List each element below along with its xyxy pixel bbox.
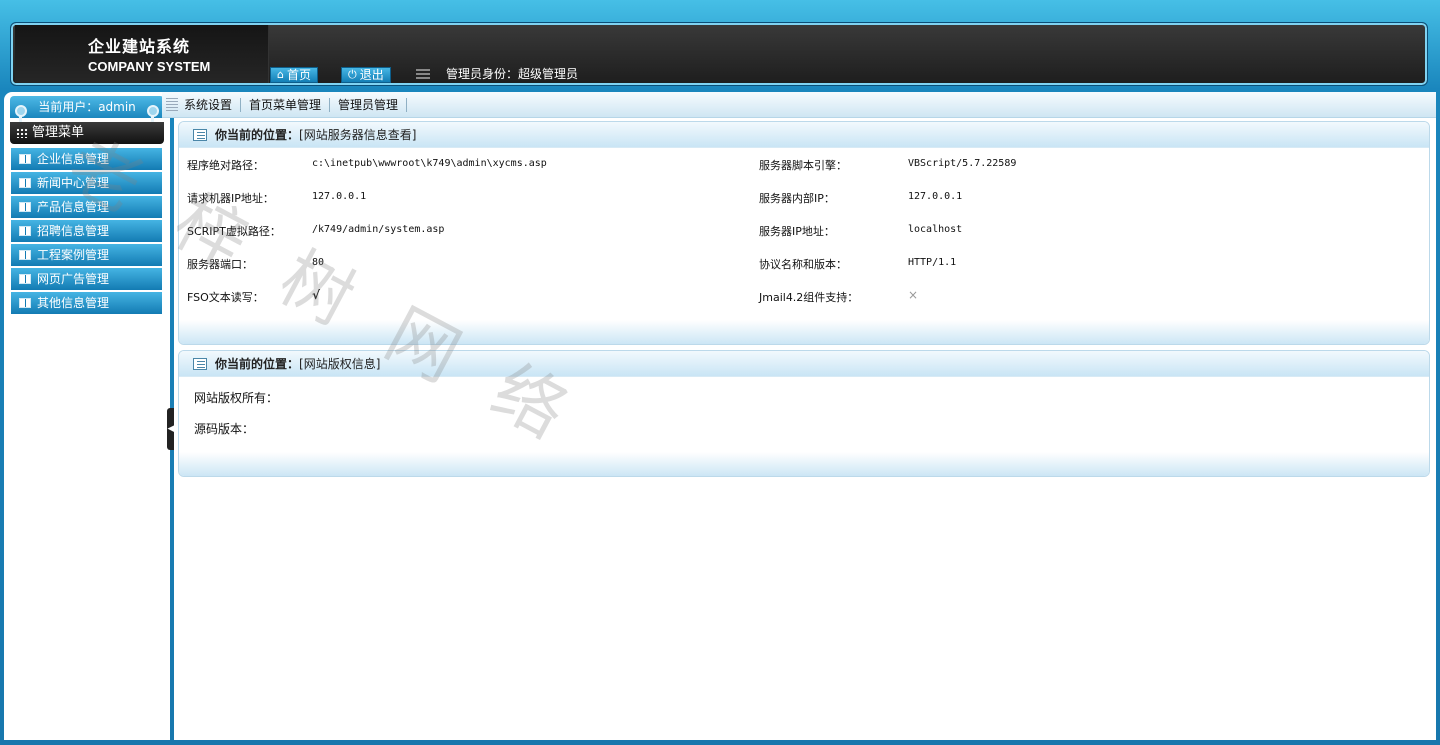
location-label: 你当前的位置： (215, 357, 300, 371)
server-info-grid: 程序绝对路径： c:\inetpub\wwwroot\k749\admin\xy… (179, 148, 1429, 318)
info-value: c:\inetpub\wwwroot\k749\admin\xycms.asp (312, 158, 547, 169)
info-label: 服务器端口： (187, 258, 253, 271)
sidebar-item-recruitment[interactable]: 招聘信息管理 (11, 220, 162, 242)
main-content: 系统设置 首页菜单管理 管理员管理 你当前的位置：[网站服务器信息查看] 程序绝… (162, 92, 1436, 740)
top-nav: 系统设置 首页菜单管理 管理员管理 (162, 92, 1436, 118)
server-info-panel: 你当前的位置：[网站服务器信息查看] 程序绝对路径： c:\inetpub\ww… (178, 121, 1430, 345)
nav-system-settings[interactable]: 系统设置 (182, 97, 242, 112)
info-value: VBScript/5.7.22589 (908, 158, 1017, 169)
check-icon: √ (312, 288, 321, 302)
info-value: HTTP/1.1 (908, 257, 957, 268)
menu-title: 管理菜单 (10, 122, 164, 144)
sidebar-item-company-info[interactable]: 企业信息管理 (11, 148, 162, 170)
list-icon (166, 97, 178, 112)
sidebar-item-news[interactable]: 新闻中心管理 (11, 172, 162, 194)
document-icon (193, 358, 207, 370)
info-value: localhost (908, 224, 963, 235)
document-icon (193, 129, 207, 141)
copyright-panel: 你当前的位置：[网站版权信息] 网站版权所有： 源码版本： (178, 350, 1430, 477)
sidebar-item-label: 产品信息管理 (37, 200, 110, 214)
location-label: 你当前的位置： (215, 128, 300, 142)
cross-icon: × (908, 288, 919, 302)
sidebar: 当前用户：admin 管理菜单 企业信息管理 新闻中心管理 产品信息管理 招聘信… (4, 92, 170, 740)
copyright-owner-label: 网站版权所有： (194, 391, 279, 405)
current-user-bar: 当前用户：admin (10, 96, 164, 124)
info-label: 协议名称和版本： (759, 258, 847, 271)
info-label: 服务器脚本引擎： (759, 159, 847, 172)
book-icon (19, 250, 31, 260)
nav-home-menu[interactable]: 首页菜单管理 (241, 97, 331, 112)
sidebar-item-cases[interactable]: 工程案例管理 (11, 244, 162, 266)
sidebar-item-label: 工程案例管理 (37, 248, 110, 262)
info-value: 127.0.0.1 (312, 191, 367, 202)
menu-title-label: 管理菜单 (32, 125, 85, 140)
book-icon (19, 298, 31, 308)
sidebar-item-products[interactable]: 产品信息管理 (11, 196, 162, 218)
location-value: [网站服务器信息查看] (299, 128, 417, 142)
ring-icon (147, 105, 159, 124)
book-icon (19, 202, 31, 212)
power-icon: ⏻ (348, 68, 357, 81)
info-label: SCRIPT虚拟路径： (187, 225, 281, 238)
home-button[interactable]: ⌂ 首页 (270, 67, 318, 83)
location-value: [网站版权信息] (299, 357, 381, 371)
logo-title-en: COMPANY SYSTEM (88, 59, 211, 74)
list-icon (416, 69, 430, 81)
sidebar-item-ads[interactable]: 网页广告管理 (11, 268, 162, 290)
current-user: 当前用户：admin (38, 100, 136, 114)
info-label: 程序绝对路径： (187, 159, 264, 172)
sidebar-item-label: 网页广告管理 (37, 272, 110, 286)
nav-admin-manage[interactable]: 管理员管理 (330, 97, 408, 112)
panel-footer (179, 320, 1429, 344)
info-label: 服务器IP地址： (759, 225, 835, 238)
sidebar-item-label: 其他信息管理 (37, 296, 110, 310)
admin-role: 管理员身份：超级管理员 (446, 67, 579, 81)
header: 企业建站系统 COMPANY SYSTEM ⌂ 首页 ⏻ 退出 管理员身份：超级… (10, 22, 1428, 86)
info-value: 127.0.0.1 (908, 191, 963, 202)
info-label: 服务器内部IP： (759, 192, 835, 205)
menu-list: 企业信息管理 新闻中心管理 产品信息管理 招聘信息管理 工程案例管理 网页广告管… (11, 148, 162, 316)
sidebar-item-label: 招聘信息管理 (37, 224, 110, 238)
book-icon (19, 178, 31, 188)
home-button-label: 首页 (286, 68, 311, 82)
logout-button[interactable]: ⏻ 退出 (341, 67, 391, 83)
sidebar-item-label: 新闻中心管理 (37, 176, 110, 190)
info-value: 80 (312, 257, 325, 268)
book-icon (19, 274, 31, 284)
book-icon (19, 154, 31, 164)
grid-icon (16, 128, 28, 138)
sidebar-item-label: 企业信息管理 (37, 152, 110, 166)
panel-footer (179, 452, 1429, 476)
logout-button-label: 退出 (359, 68, 384, 82)
info-label: 请求机器IP地址： (187, 192, 274, 205)
info-label: FSO文本读写： (187, 291, 264, 304)
app-frame: 企业建站系统 COMPANY SYSTEM ⌂ 首页 ⏻ 退出 管理员身份：超级… (0, 0, 1440, 745)
logo: 企业建站系统 COMPANY SYSTEM (15, 25, 269, 83)
info-label: Jmail4.2组件支持： (759, 291, 859, 304)
source-version-label: 源码版本： (194, 422, 255, 436)
logo-title-cn: 企业建站系统 (88, 37, 191, 56)
sidebar-item-other[interactable]: 其他信息管理 (11, 292, 162, 314)
panel-header: 你当前的位置：[网站版权信息] (179, 351, 1429, 377)
home-icon: ⌂ (277, 68, 284, 81)
panel-header: 你当前的位置：[网站服务器信息查看] (179, 122, 1429, 148)
book-icon (19, 226, 31, 236)
ring-icon (15, 105, 27, 124)
info-value: /k749/admin/system.asp (312, 224, 445, 235)
